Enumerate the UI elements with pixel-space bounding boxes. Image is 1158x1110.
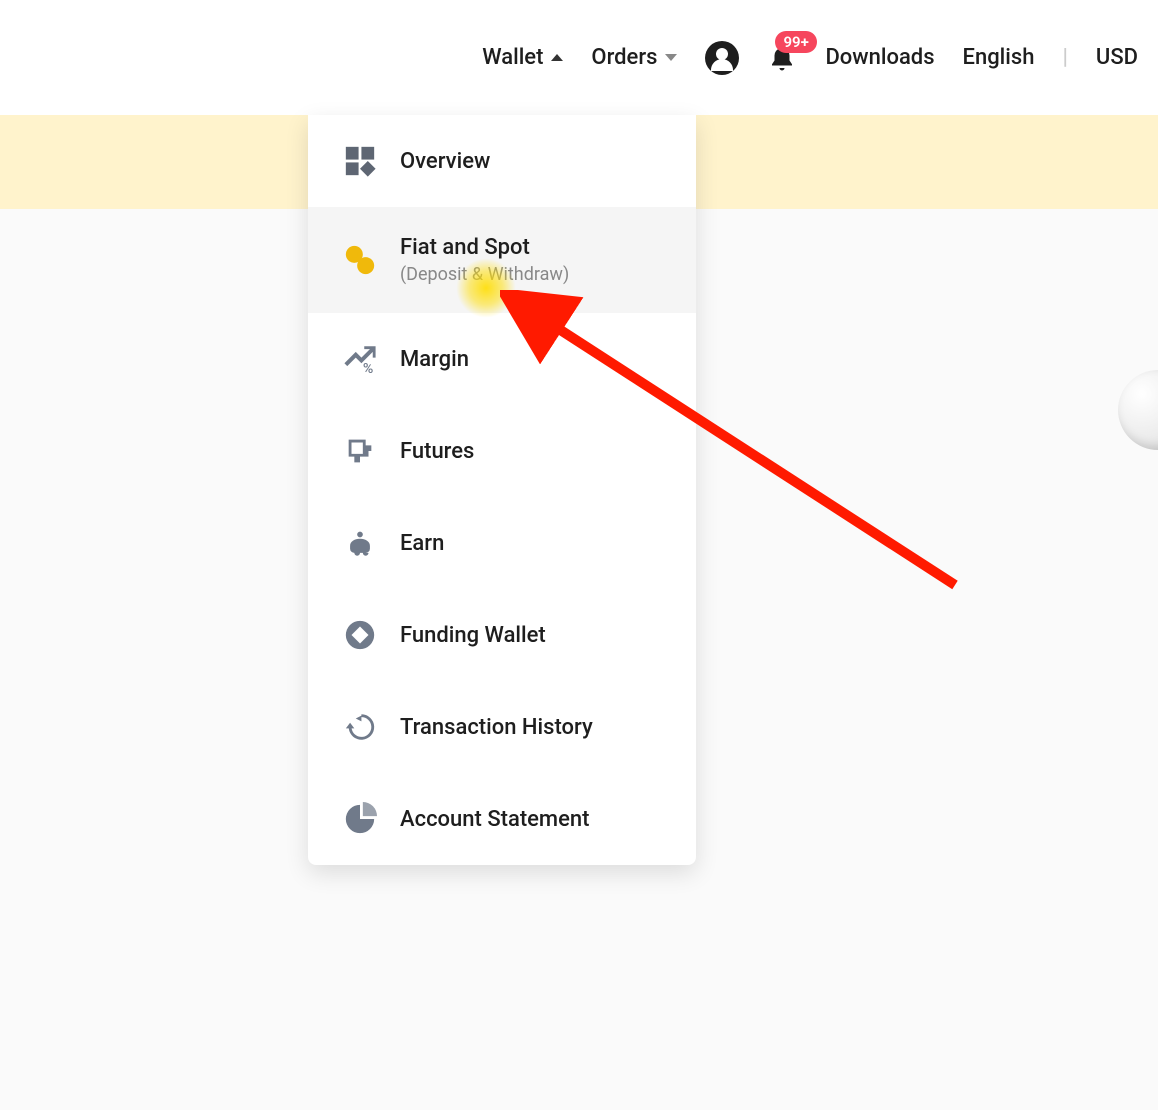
nav-language-label: English [963,45,1035,70]
nav-language[interactable]: English [963,45,1035,70]
margin-icon: % [342,341,378,377]
wallet-dropdown: Overview Fiat and Spot (Deposit & Withdr… [308,115,696,865]
menu-earn[interactable]: Earn [308,497,696,589]
menu-fiat-spot-sub: (Deposit & Withdraw) [400,264,569,285]
nav-notifications[interactable]: 99+ [767,43,797,73]
funding-icon [342,617,378,653]
nav-wallet[interactable]: Wallet [482,45,563,70]
menu-funding[interactable]: Funding Wallet [308,589,696,681]
menu-overview[interactable]: Overview [308,115,696,207]
menu-statement-label: Account Statement [400,807,589,832]
menu-earn-label: Earn [400,531,444,556]
menu-statement[interactable]: Account Statement [308,773,696,865]
menu-futures-label: Futures [400,439,474,464]
nav-divider: | [1062,45,1067,70]
fiat-spot-icon [342,242,378,278]
svg-text:$: $ [357,722,363,736]
menu-margin-label: Margin [400,347,469,372]
user-avatar-icon [705,41,739,75]
overview-icon [342,143,378,179]
earn-icon [342,525,378,561]
nav-orders-label: Orders [591,45,657,70]
nav-account[interactable] [705,41,739,75]
statement-icon [342,801,378,837]
menu-fiat-spot-label: Fiat and Spot [400,235,569,260]
menu-futures[interactable]: Futures [308,405,696,497]
caret-up-icon [551,54,563,61]
menu-funding-label: Funding Wallet [400,623,546,648]
history-icon: $ [342,709,378,745]
svg-text:%: % [363,361,373,376]
menu-margin[interactable]: % Margin [308,313,696,405]
menu-fiat-spot[interactable]: Fiat and Spot (Deposit & Withdraw) [308,207,696,313]
menu-overview-label: Overview [400,149,490,174]
nav-wallet-label: Wallet [482,45,543,70]
top-nav: Wallet Orders 99+ Downloads English | US… [0,0,1158,115]
nav-downloads-label: Downloads [825,45,934,70]
futures-icon [342,433,378,469]
menu-history-label: Transaction History [400,715,593,740]
nav-orders[interactable]: Orders [591,45,677,70]
caret-down-icon [665,54,677,61]
nav-downloads[interactable]: Downloads [825,45,934,70]
nav-currency-label: USD [1096,45,1138,70]
nav-currency[interactable]: USD [1096,45,1138,70]
notification-badge: 99+ [775,31,816,53]
menu-history[interactable]: $ Transaction History [308,681,696,773]
